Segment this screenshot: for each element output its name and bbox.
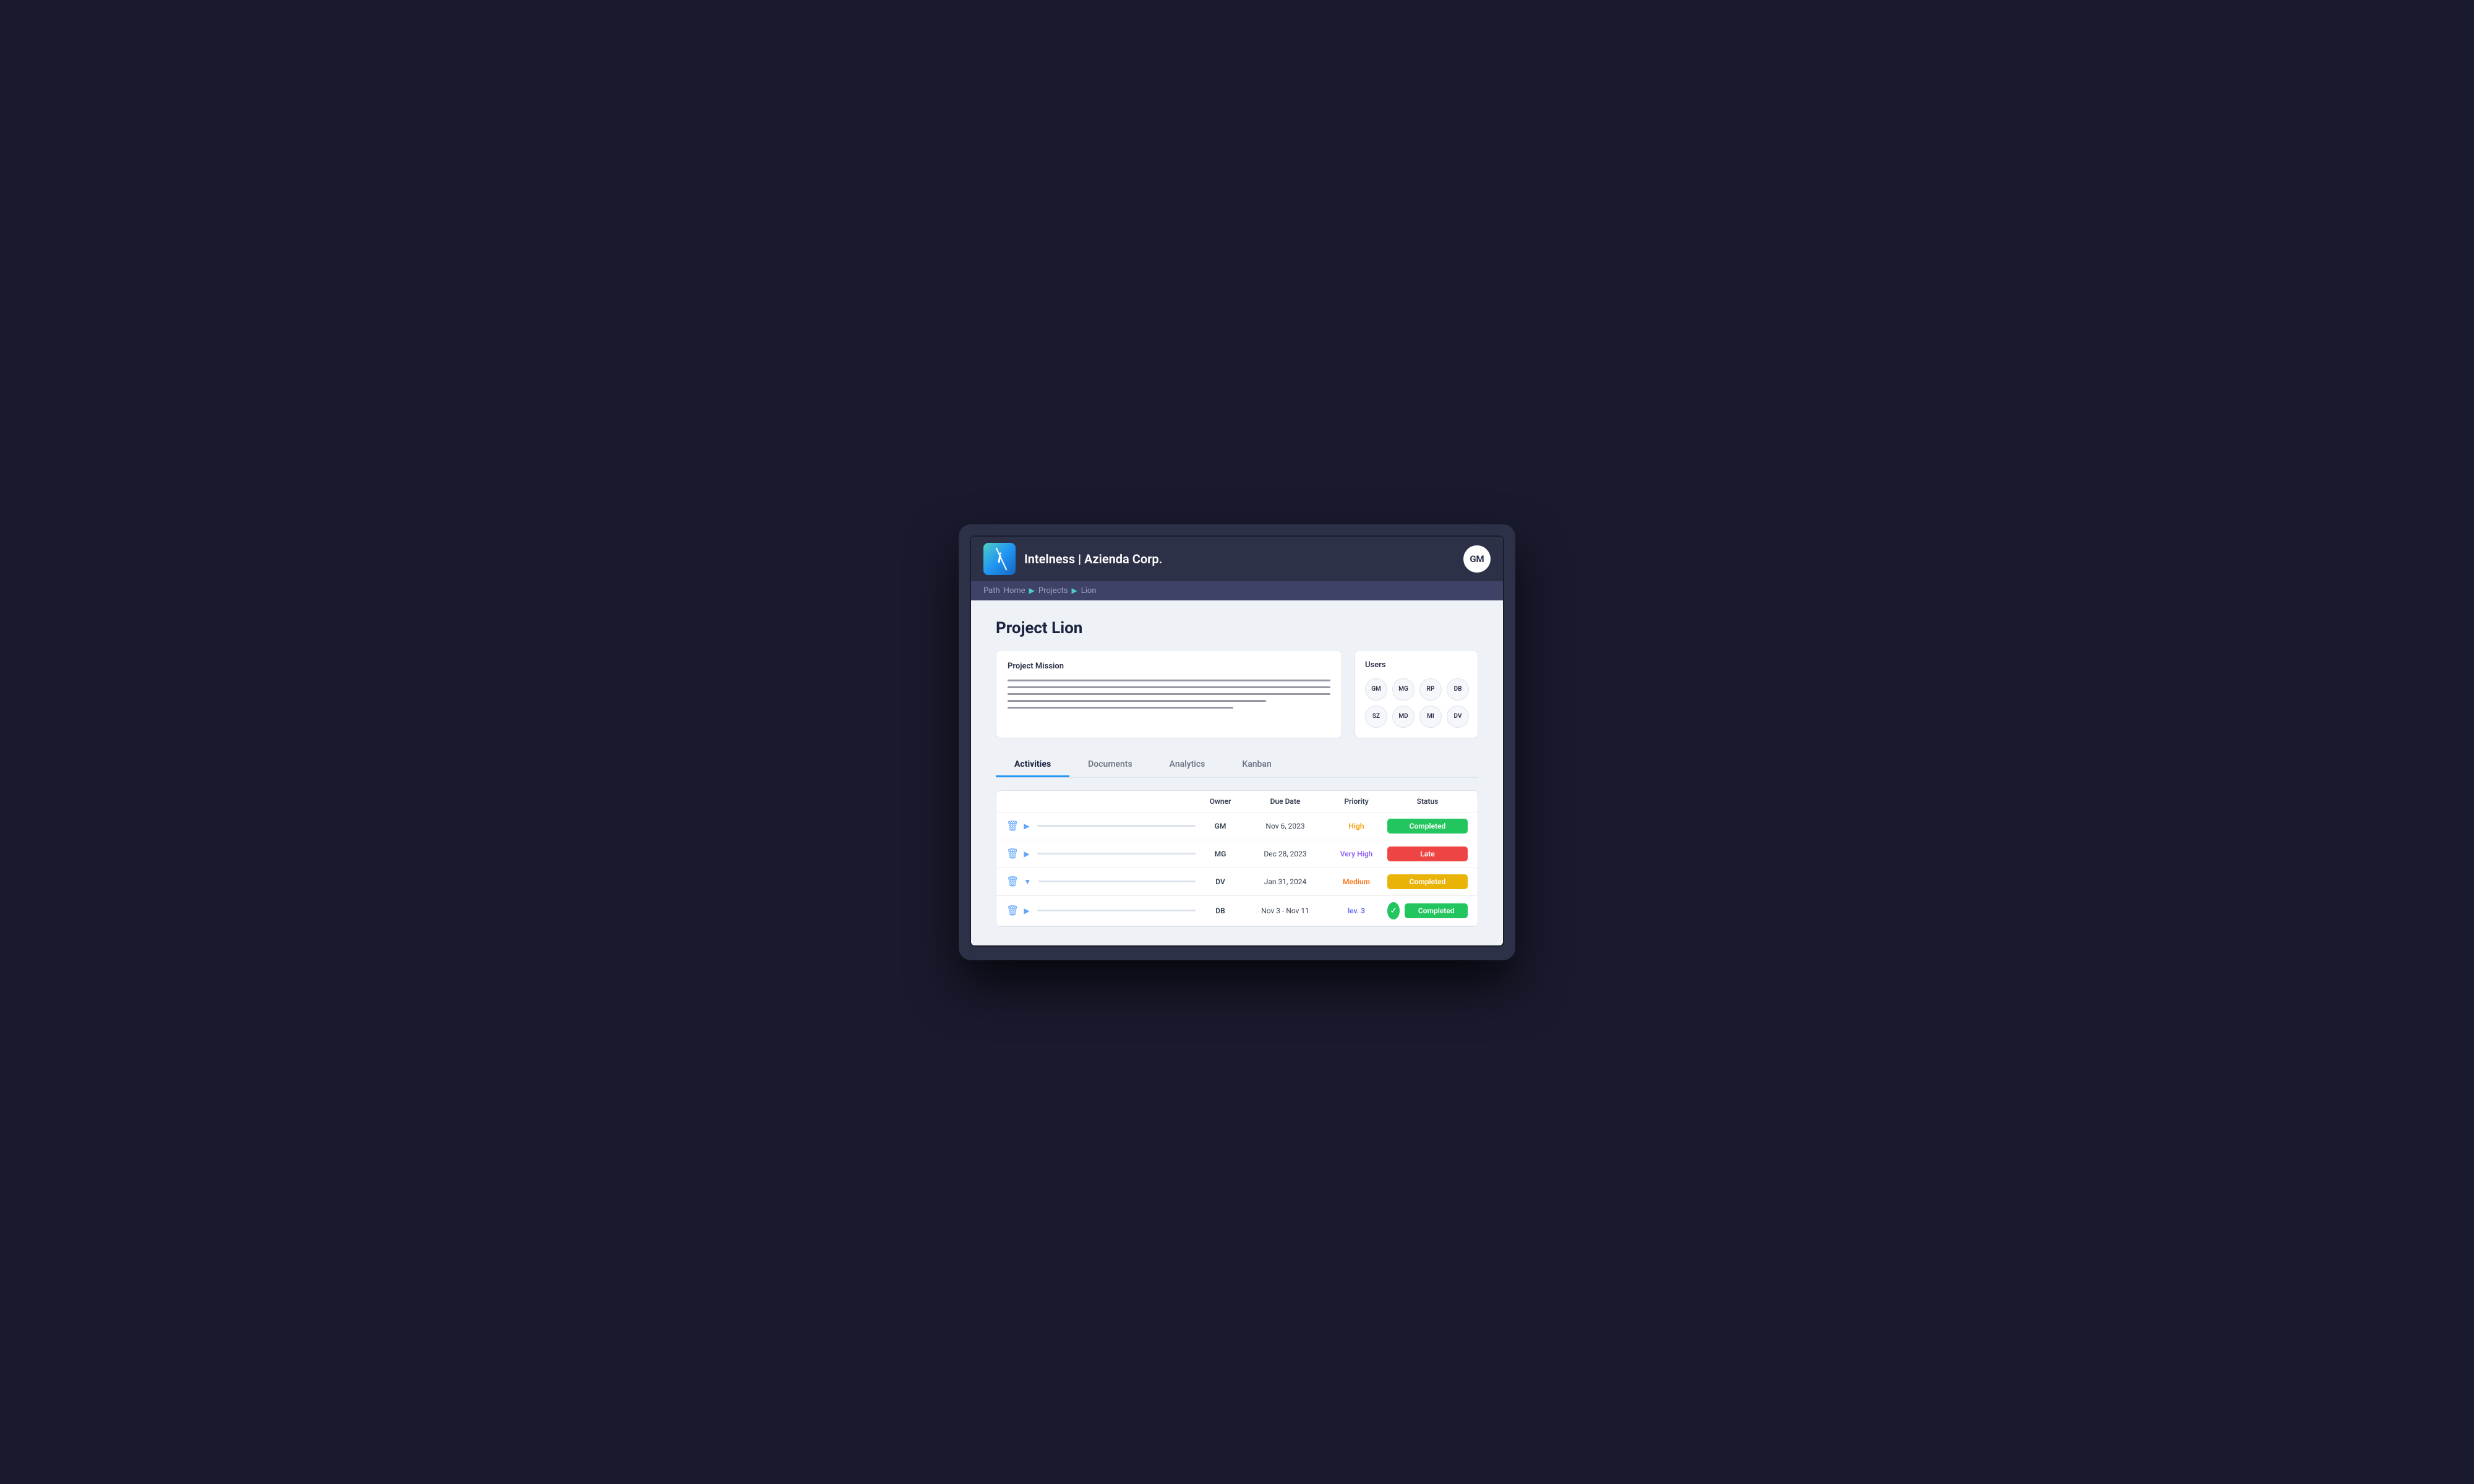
page-title: Project Lion [996, 619, 1478, 638]
cell-date-2: Dec 28, 2023 [1245, 850, 1325, 858]
play-icon-2[interactable]: ▶ [1024, 850, 1029, 858]
col-header-priority: Priority [1325, 797, 1387, 806]
laptop-bottom-bezel [970, 949, 1504, 960]
cell-priority-3: Medium [1325, 877, 1387, 886]
cell-owner-1: GM [1196, 822, 1245, 830]
status-badge-4: Completed [1405, 903, 1468, 918]
tabs-row: Activities Documents Analytics Kanban [996, 753, 1478, 778]
cell-priority-2: Very High [1325, 850, 1387, 858]
top-nav-bar: i Intelness | Azienda Corp. GM [971, 537, 1503, 581]
mission-text-lines [1008, 680, 1330, 709]
breadcrumb-arrow-2: ▶ [1072, 586, 1077, 595]
user-badge-mg[interactable]: MG [1392, 678, 1415, 701]
table-header: Owner Due Date Priority Status [996, 791, 1478, 812]
row-bar-2 [1037, 853, 1196, 855]
users-card: Users GM MG RP DB SZ MD MI DV [1355, 650, 1478, 738]
user-badge-gm[interactable]: GM [1365, 678, 1387, 701]
app-title: Intelness | Azienda Corp. [1024, 552, 1162, 566]
row-actions-3: 🗑 ▼ [1006, 876, 1196, 887]
cell-status-2: Late [1387, 846, 1468, 861]
cell-status-1: Completed [1387, 819, 1468, 834]
delete-icon-1[interactable]: 🗑 [1006, 820, 1019, 832]
users-card-title: Users [1365, 660, 1468, 670]
mission-card-title: Project Mission [1008, 662, 1330, 671]
delete-icon-4[interactable]: 🗑 [1006, 905, 1019, 916]
tab-kanban[interactable]: Kanban [1223, 753, 1290, 777]
user-badge-db[interactable]: DB [1447, 678, 1469, 701]
col-header-status: Status [1387, 797, 1468, 806]
delete-icon-2[interactable]: 🗑 [1006, 848, 1019, 859]
text-line-1 [1008, 680, 1330, 681]
delete-icon-3[interactable]: 🗑 [1006, 876, 1019, 887]
row-actions-1: 🗑 ▶ [1006, 820, 1196, 832]
play-icon-4[interactable]: ▶ [1024, 906, 1029, 915]
main-content: Project Lion Project Mission Users [971, 600, 1503, 945]
user-badge-dv[interactable]: DV [1447, 706, 1469, 728]
cell-priority-4: lev. 3 [1325, 906, 1387, 915]
text-line-2 [1008, 686, 1330, 688]
status-badge-3: Completed [1387, 874, 1468, 889]
cell-owner-2: MG [1196, 850, 1245, 858]
user-badge-md[interactable]: MD [1392, 706, 1415, 728]
breadcrumb-bar: Path Home ▶ Projects ▶ Lion [971, 581, 1503, 600]
breadcrumb-current: Lion [1081, 586, 1097, 595]
cell-status-3: Completed [1387, 874, 1468, 889]
laptop-screen: i Intelness | Azienda Corp. GM Path Home… [970, 535, 1504, 947]
tab-documents[interactable]: Documents [1069, 753, 1151, 777]
cell-owner-4: DB [1196, 906, 1245, 915]
table-row: 🗑 ▼ DV Jan 31, 2024 Medium Completed [996, 868, 1478, 896]
user-badge-mi[interactable]: MI [1419, 706, 1442, 728]
tab-analytics[interactable]: Analytics [1151, 753, 1224, 777]
laptop-frame: i Intelness | Azienda Corp. GM Path Home… [959, 524, 1515, 960]
user-avatar[interactable]: GM [1463, 545, 1491, 573]
user-badge-rp[interactable]: RP [1419, 678, 1442, 701]
table-row: 🗑 ▶ MG Dec 28, 2023 Very High Late [996, 840, 1478, 868]
text-line-4 [1008, 700, 1266, 702]
cell-date-1: Nov 6, 2023 [1245, 822, 1325, 830]
top-section: Project Mission Users GM MG [996, 650, 1478, 738]
status-badge-2: Late [1387, 846, 1468, 861]
text-line-5 [1008, 707, 1233, 709]
row-bar-1 [1037, 825, 1196, 827]
tab-activities[interactable]: Activities [996, 753, 1069, 777]
chevron-down-icon-3[interactable]: ▼ [1024, 877, 1031, 886]
breadcrumb-label: Path [983, 586, 1000, 595]
check-circle-4: ✓ [1387, 902, 1400, 919]
mission-card: Project Mission [996, 650, 1342, 738]
users-grid: GM MG RP DB SZ MD MI DV [1365, 678, 1468, 728]
row-bar-3 [1038, 881, 1196, 882]
breadcrumb-home[interactable]: Home [1004, 586, 1025, 595]
breadcrumb-projects[interactable]: Projects [1038, 586, 1068, 595]
cell-priority-1: High [1325, 822, 1387, 830]
play-icon-1[interactable]: ▶ [1024, 822, 1029, 830]
table-row: 🗑 ▶ GM Nov 6, 2023 High Completed [996, 812, 1478, 840]
row-actions-4: 🗑 ▶ [1006, 905, 1196, 916]
nav-left: i Intelness | Azienda Corp. [983, 543, 1162, 575]
app-logo: i [983, 543, 1016, 575]
cell-status-4: ✓ Completed [1387, 902, 1468, 919]
table-row: 🗑 ▶ DB Nov 3 - Nov 11 lev. 3 ✓ Completed [996, 896, 1478, 926]
col-header-owner: Owner [1196, 797, 1245, 806]
cell-owner-3: DV [1196, 877, 1245, 886]
cell-date-4: Nov 3 - Nov 11 [1245, 906, 1325, 915]
user-badge-sz[interactable]: SZ [1365, 706, 1387, 728]
col-header-due: Due Date [1245, 797, 1325, 806]
text-line-3 [1008, 693, 1330, 695]
cell-date-3: Jan 31, 2024 [1245, 877, 1325, 886]
col-header-name [1006, 797, 1196, 806]
row-actions-2: 🗑 ▶ [1006, 848, 1196, 859]
status-badge-1: Completed [1387, 819, 1468, 834]
row-bar-4 [1037, 910, 1196, 911]
breadcrumb-arrow-1: ▶ [1029, 586, 1035, 595]
activities-table: Owner Due Date Priority Status 🗑 ▶ GM No… [996, 790, 1478, 927]
